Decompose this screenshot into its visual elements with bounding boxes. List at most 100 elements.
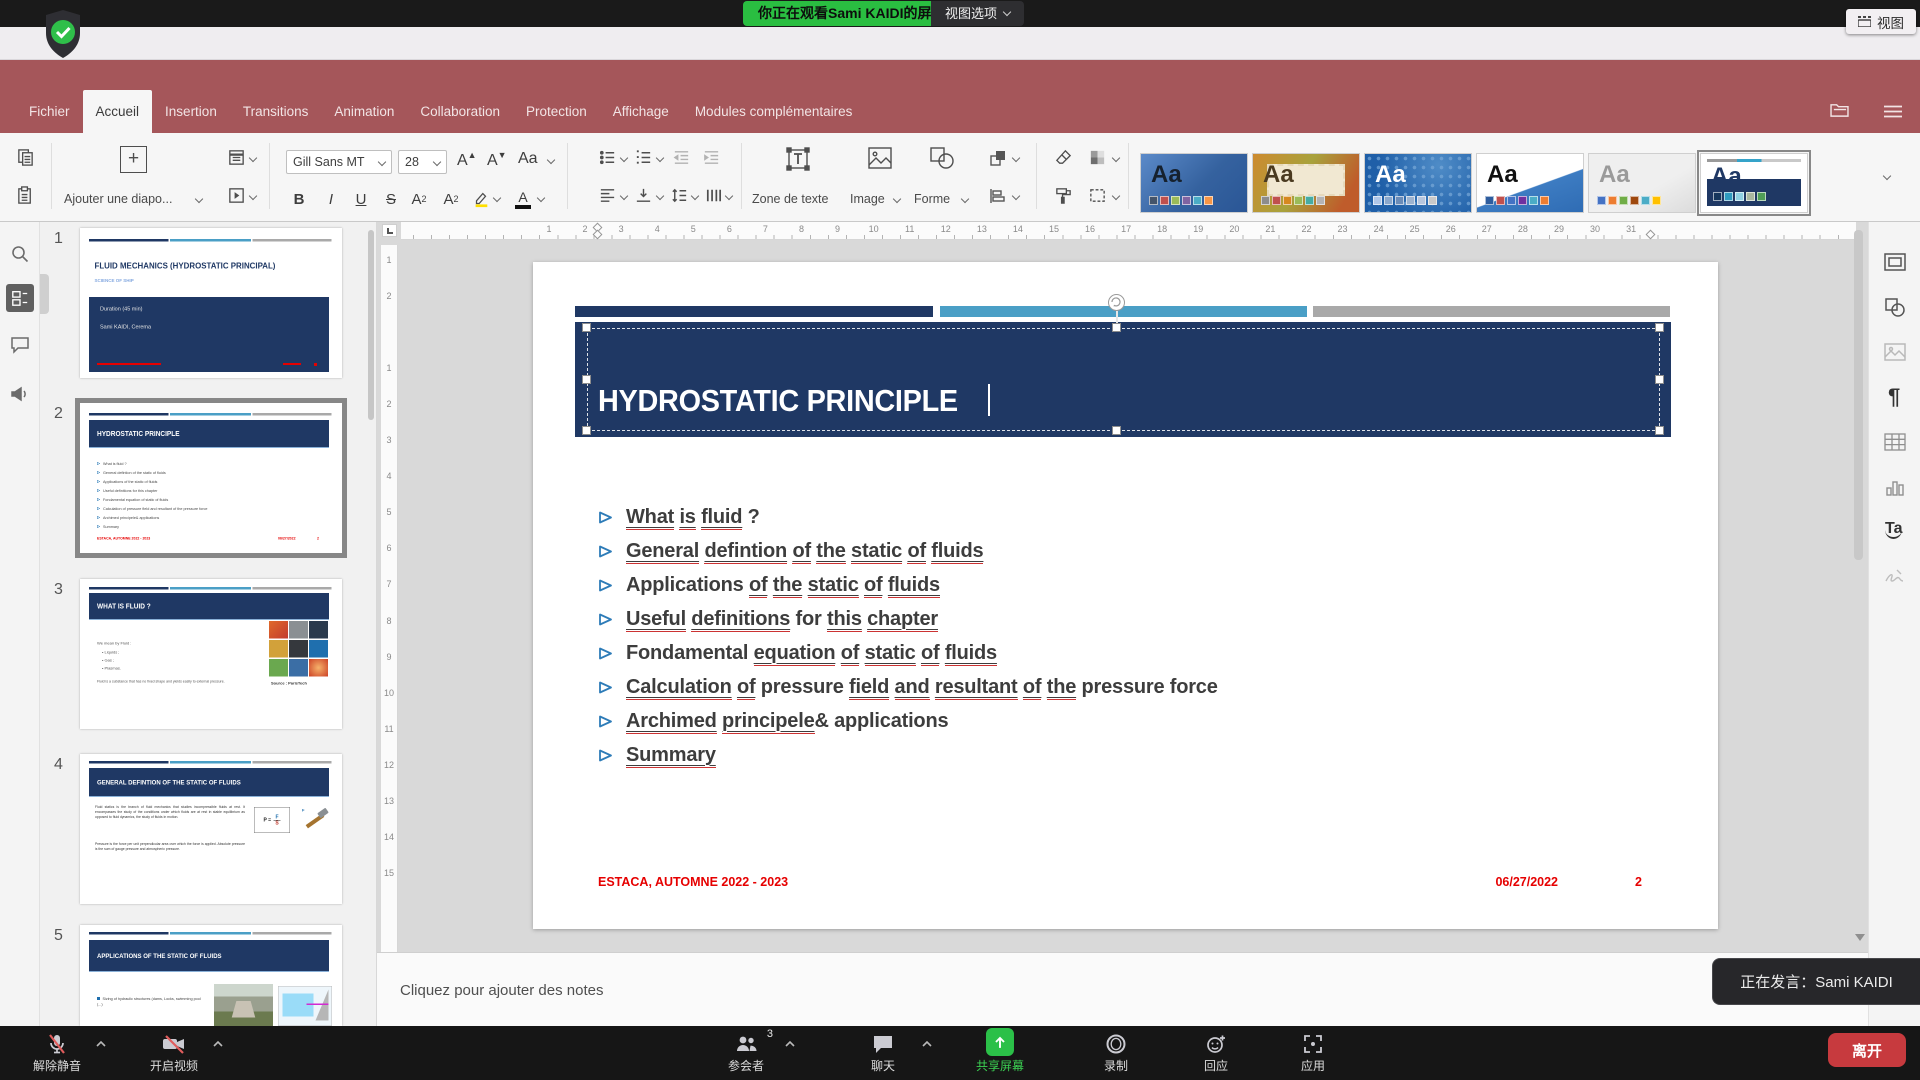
clear-style-button[interactable] — [1054, 148, 1073, 167]
copy-style-button[interactable] — [1054, 186, 1073, 205]
bullet-line[interactable]: Summary — [598, 738, 1218, 772]
start-slideshow-button[interactable] — [227, 186, 246, 205]
slide-thumbnail-1[interactable]: FLUID MECHANICS (HYDROSTATIC PRINCIPAL) … — [80, 228, 342, 378]
theme-dotted-blue[interactable]: Aa — [1364, 153, 1472, 213]
zoom-chat-button[interactable]: 聊天 — [871, 1030, 895, 1074]
insert-image-label[interactable]: Image — [850, 192, 885, 206]
theme-navy-block[interactable]: Aa — [1700, 153, 1808, 213]
insert-shape-button[interactable] — [928, 145, 956, 171]
slide-thumbnail-4[interactable]: GENERAL DEFINTION OF THE STATIC OF FLUID… — [80, 754, 342, 904]
tab-stop-selector[interactable] — [382, 224, 397, 237]
change-layout-button[interactable] — [227, 148, 246, 167]
superscript-button[interactable]: A2 — [406, 186, 432, 212]
resize-handle[interactable] — [582, 323, 591, 332]
panel-splitter-handle[interactable] — [40, 274, 49, 314]
resize-handle[interactable] — [1112, 323, 1121, 332]
textart-settings-icon[interactable]: Ta — [1885, 520, 1902, 538]
slide-thumbnail-3[interactable]: WHAT IS FLUID ? We mean by Fluid : • Liq… — [80, 579, 342, 729]
chart-settings-icon[interactable] — [1884, 477, 1906, 497]
copy-button[interactable] — [16, 148, 35, 167]
bullet-line[interactable]: Fondamental equation of static of fluids — [598, 636, 1218, 670]
shield-check-icon[interactable] — [40, 8, 86, 60]
table-settings-icon[interactable] — [1884, 432, 1906, 452]
font-size-select[interactable]: 28 — [398, 150, 447, 174]
chevron-up-icon[interactable] — [95, 1040, 107, 1048]
align-shape-button[interactable] — [988, 186, 1008, 206]
resize-handle[interactable] — [1655, 323, 1664, 332]
decrease-font-button[interactable]: A▼ — [487, 150, 507, 170]
scroll-down-icon[interactable] — [1855, 934, 1865, 941]
notes-placeholder[interactable]: Cliquez pour ajouter des notes — [400, 982, 603, 999]
zoom-camera-off-button[interactable]: 开启视频 — [150, 1030, 198, 1074]
color-scheme-button[interactable] — [1088, 148, 1107, 167]
highlight-color-button[interactable] — [468, 186, 494, 212]
arrange-shape-button[interactable] — [988, 148, 1008, 168]
underline-button[interactable]: U — [348, 186, 374, 212]
subscript-button[interactable]: A2 — [438, 186, 464, 212]
font-color-button[interactable]: A — [510, 186, 536, 212]
menu-tab-fichier[interactable]: Fichier — [16, 90, 83, 133]
menu-tab-modules-compl-mentaires[interactable]: Modules complémentaires — [682, 90, 866, 133]
chevron-down-icon[interactable] — [1883, 172, 1891, 180]
theme-light-gray[interactable]: Aa — [1588, 153, 1696, 213]
menu-tab-collaboration[interactable]: Collaboration — [407, 90, 513, 133]
rotate-handle[interactable] — [1108, 294, 1125, 311]
bullet-line[interactable]: What is fluid ? — [598, 500, 1218, 534]
zoom-record-button[interactable]: 录制 — [1104, 1030, 1128, 1074]
italic-button[interactable]: I — [318, 186, 344, 212]
menu-tab-accueil[interactable]: Accueil — [83, 90, 153, 133]
insert-textbox-button[interactable] — [784, 145, 812, 173]
shape-settings-icon[interactable] — [1884, 297, 1906, 317]
canvas-scrollbar[interactable] — [1854, 230, 1863, 560]
bullets-button[interactable] — [598, 148, 617, 167]
line-spacing-button[interactable] — [670, 186, 689, 205]
chevron-up-icon[interactable] — [784, 1040, 796, 1048]
comments-icon[interactable] — [10, 335, 30, 355]
menu-tab-protection[interactable]: Protection — [513, 90, 600, 133]
right-indent-marker[interactable] — [1646, 230, 1656, 240]
menu-tab-animation[interactable]: Animation — [321, 90, 407, 133]
signature-icon[interactable] — [1884, 566, 1906, 586]
insert-image-button[interactable] — [866, 145, 894, 171]
slides-panel-icon[interactable] — [6, 284, 34, 312]
resize-handle[interactable] — [1112, 426, 1121, 435]
search-icon[interactable] — [10, 244, 30, 264]
leave-meeting-button[interactable]: 离开 — [1828, 1033, 1906, 1067]
view-options-button[interactable]: 视图选项 — [931, 1, 1024, 26]
bold-button[interactable]: B — [286, 186, 312, 212]
resize-handle[interactable] — [1655, 426, 1664, 435]
decrease-indent-button[interactable] — [672, 148, 691, 167]
slide-title-text[interactable]: HYDROSTATIC PRINCIPLE — [598, 383, 958, 419]
image-settings-icon[interactable] — [1884, 342, 1906, 362]
slide-thumbnail-5[interactable]: APPLICATIONS OF THE STATIC OF FLUIDS Siz… — [80, 925, 342, 1026]
theme-white-wave[interactable]: Aa — [1476, 153, 1584, 213]
font-family-select[interactable]: Gill Sans MT — [286, 150, 392, 174]
slide-thumbnail-2[interactable]: HYDROSTATIC PRINCIPLE What is fluid ?Gen… — [80, 403, 342, 553]
theme-blue-wave[interactable]: Aa — [1140, 153, 1248, 213]
zoom-mic-muted-button[interactable]: 解除静音 — [33, 1030, 81, 1074]
chevron-up-icon[interactable] — [921, 1040, 933, 1048]
paragraph-settings-icon[interactable]: ¶ — [1888, 384, 1900, 410]
view-button[interactable]: 视图 — [1846, 9, 1916, 34]
insert-shape-label[interactable]: Forme — [914, 192, 950, 206]
theme-paper-stamp[interactable]: Aa — [1252, 153, 1360, 213]
title-textbox[interactable]: HYDROSTATIC PRINCIPLE — [575, 322, 1671, 437]
increase-indent-button[interactable] — [702, 148, 721, 167]
strikethrough-button[interactable]: S — [378, 186, 404, 212]
hamburger-menu-icon[interactable] — [1884, 105, 1902, 118]
panel-scrollbar[interactable] — [368, 230, 374, 420]
bullet-line[interactable]: General defintion of the static of fluid… — [598, 534, 1218, 568]
bullet-line[interactable]: Applications of the static of fluids — [598, 568, 1218, 602]
menu-tab-insertion[interactable]: Insertion — [152, 90, 230, 133]
zoom-apps-button[interactable]: 应用 — [1301, 1030, 1325, 1074]
change-case-button[interactable]: Aa — [518, 150, 538, 168]
zoom-share-screen-button[interactable]: 共享屏幕 — [976, 1030, 1024, 1074]
feedback-icon[interactable] — [10, 384, 30, 404]
slide-settings-icon[interactable] — [1884, 252, 1906, 272]
chevron-up-icon[interactable] — [212, 1040, 224, 1048]
vertical-align-button[interactable] — [634, 186, 653, 205]
slide-bullet-list[interactable]: What is fluid ?General defintion of the … — [598, 500, 1218, 772]
resize-handle[interactable] — [582, 375, 591, 384]
slide-size-button[interactable] — [1088, 186, 1107, 205]
horizontal-align-button[interactable] — [598, 186, 617, 205]
